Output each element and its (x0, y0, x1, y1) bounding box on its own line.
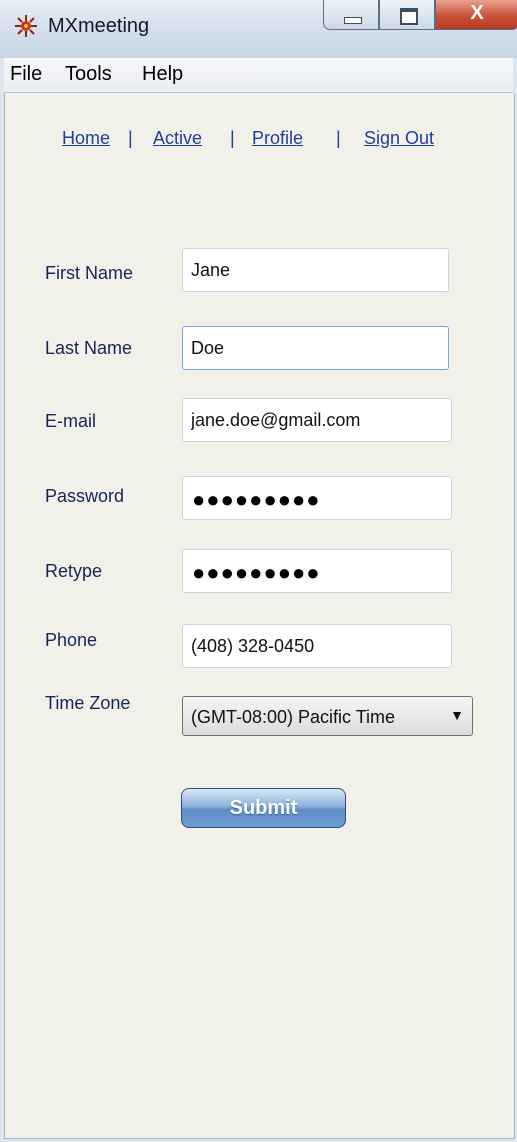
time-zone-label: Time Zone (45, 693, 131, 713)
nav-sign-out-link[interactable]: Sign Out (364, 128, 434, 149)
last-name-field[interactable] (182, 326, 449, 370)
nav-separator: | (128, 128, 133, 148)
first-name-field[interactable] (182, 248, 449, 292)
password-mask: ●●●●●●●●● (192, 487, 321, 512)
phone-field[interactable] (182, 624, 452, 668)
first-name-label: First Name (45, 263, 134, 283)
retype-password-field[interactable]: ●●●●●●●●● (182, 549, 452, 593)
app-logo-icon (15, 15, 37, 37)
password-label: Password (45, 486, 125, 506)
time-zone-select[interactable]: (GMT-08:00) Pacific Time ▼ (182, 696, 473, 736)
time-zone-value: (GMT-08:00) Pacific Time (191, 707, 396, 727)
menu-tools[interactable]: Tools (63, 63, 114, 86)
email-field[interactable] (182, 398, 452, 442)
window-title: MXmeeting (48, 15, 150, 37)
retype-mask: ●●●●●●●●● (192, 560, 321, 585)
nav-active-link[interactable]: Active (153, 128, 202, 149)
password-field[interactable]: ●●●●●●●●● (182, 476, 452, 520)
close-button[interactable]: X (435, 0, 517, 30)
app-window: MXmeeting X File Tools Help Home | Activ… (0, 0, 517, 1142)
email-label: E-mail (45, 411, 97, 431)
menu-file[interactable]: File (8, 63, 44, 86)
main-content: Home | Active | Profile | Sign Out First… (4, 93, 515, 1139)
submit-button[interactable]: Submit (181, 788, 346, 828)
menu-bar: File Tools Help (4, 58, 513, 93)
minimize-icon (344, 17, 362, 24)
nav-separator: | (230, 128, 235, 148)
retype-label: Retype (45, 561, 103, 581)
nav-separator: | (336, 128, 341, 148)
nav-profile-link[interactable]: Profile (252, 128, 303, 149)
title-bar[interactable]: MXmeeting X (0, 0, 517, 58)
nav-home-link[interactable]: Home (62, 128, 110, 149)
maximize-icon (400, 8, 418, 25)
menu-help[interactable]: Help (140, 63, 185, 86)
maximize-button[interactable] (379, 0, 435, 30)
close-icon: X (470, 2, 484, 24)
phone-label: Phone (45, 630, 98, 650)
chevron-down-icon: ▼ (450, 707, 464, 723)
last-name-label: Last Name (45, 338, 133, 358)
minimize-button[interactable] (323, 0, 379, 30)
